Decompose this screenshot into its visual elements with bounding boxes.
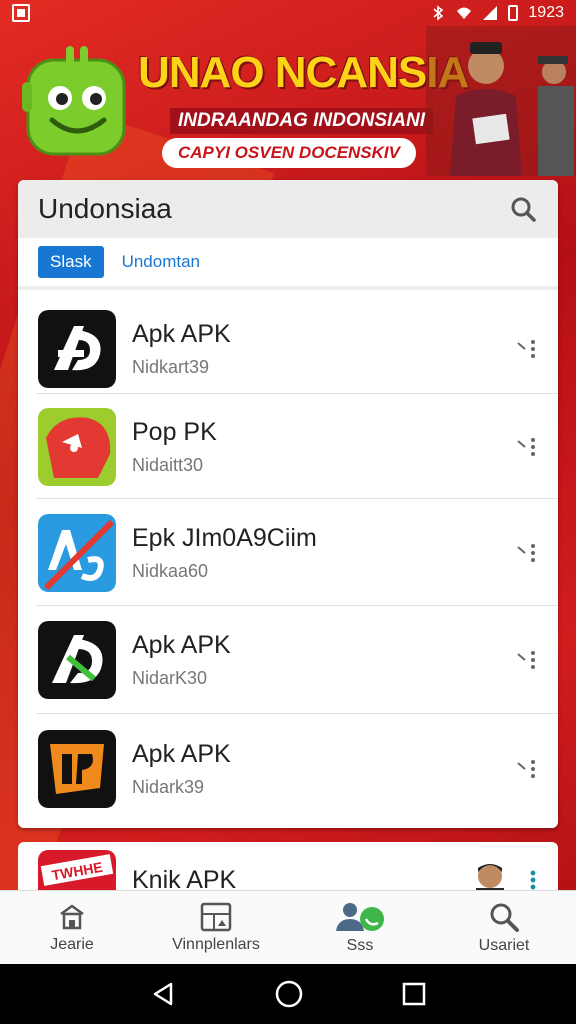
divider xyxy=(36,713,558,714)
divider xyxy=(36,605,558,606)
gallery-icon xyxy=(200,902,232,931)
more-button[interactable] xyxy=(512,538,542,568)
card-header: Undonsiaa xyxy=(18,180,558,238)
list-item[interactable]: Pop PK Nidaitt30 xyxy=(18,394,558,500)
person-photo xyxy=(426,26,576,176)
nav-label: Vinnplenlars xyxy=(172,935,260,953)
bottom-nav: Jearie Vinnplenlars Sss Usariet xyxy=(0,890,576,964)
nav-label: Jearie xyxy=(50,935,94,953)
app-name: Apk APK xyxy=(132,320,231,348)
wifi-icon xyxy=(457,7,472,19)
nav-item-home[interactable]: Jearie xyxy=(0,891,144,964)
app-subtitle: Nidaitt30 xyxy=(132,455,204,475)
list-item[interactable]: Apk APK NidarK30 xyxy=(18,607,558,713)
app-name: Apk APK xyxy=(132,631,231,659)
app-name: Apk APK xyxy=(132,740,231,768)
list-item[interactable]: Apk APK Nidkart39 xyxy=(18,296,558,402)
status-time: 1923 xyxy=(528,4,564,21)
more-icon xyxy=(517,544,535,562)
more-icon xyxy=(517,760,535,778)
more-icon xyxy=(517,651,535,669)
app-icon-apk-orange xyxy=(38,730,116,808)
app-subtitle: NidarK30 xyxy=(132,668,208,688)
more-button[interactable] xyxy=(512,645,542,675)
card-title: Undonsiaa xyxy=(38,193,172,224)
tab-undomtan[interactable]: Undomtan xyxy=(122,252,200,272)
signal-icon xyxy=(483,6,498,20)
app-icon-apk xyxy=(38,310,116,388)
more-button[interactable] xyxy=(512,754,542,784)
divider xyxy=(36,498,558,499)
nav-label: Usariet xyxy=(478,936,530,954)
promo-banner[interactable]: UNAO NCANSIA INDRAANDAG INDONSIANI CAPYI… xyxy=(0,26,576,176)
nav-item-search[interactable]: Usariet xyxy=(432,891,576,964)
app-icon-apk-green xyxy=(38,621,116,699)
home-button-icon[interactable] xyxy=(274,979,304,1009)
home-icon xyxy=(60,903,84,929)
app-subtitle: Nidkart39 xyxy=(132,357,210,377)
banner-pill: CAPYI OSVEN DOCENSKIV xyxy=(162,138,416,168)
app-name: Pop PK xyxy=(132,418,217,446)
app-name: Epk JIm0A9Ciim xyxy=(132,524,317,552)
list-item[interactable]: Epk JIm0A9Ciim Nidkaa60 xyxy=(18,500,558,606)
app-subtitle: Nidark39 xyxy=(132,777,205,797)
more-button[interactable] xyxy=(512,432,542,462)
banner-subtitle: INDRAANDAG INDONSIANI xyxy=(170,108,433,134)
system-nav-bar xyxy=(0,964,576,1024)
users-icon xyxy=(336,902,384,931)
banner-title: UNAO NCANSIA xyxy=(138,48,469,97)
app-icon-pop xyxy=(38,408,116,486)
more-icon xyxy=(517,438,535,456)
tab-slask[interactable]: Slask xyxy=(38,246,104,278)
bluetooth-icon xyxy=(433,5,444,21)
search-button[interactable] xyxy=(506,192,540,226)
more-button[interactable] xyxy=(512,334,542,364)
more-icon xyxy=(517,340,535,358)
nav-item-users[interactable]: Sss xyxy=(288,891,432,964)
search-icon xyxy=(490,903,519,932)
tab-bar: Slask Undomtan xyxy=(18,238,558,290)
status-bar: 1923 xyxy=(0,0,576,26)
battery-icon xyxy=(508,5,519,21)
app-icon-epk xyxy=(38,514,116,592)
mascot-icon xyxy=(22,46,126,156)
nav-item-gallery[interactable]: Vinnplenlars xyxy=(144,891,288,964)
more-icon xyxy=(530,870,536,890)
recents-icon[interactable] xyxy=(401,981,427,1007)
search-icon xyxy=(511,197,536,222)
app-subtitle: Nidkaa60 xyxy=(132,561,209,581)
back-icon[interactable] xyxy=(149,980,177,1008)
app-list-card: Undonsiaa Slask Undomtan Apk APK Nidkart… xyxy=(18,180,558,828)
notification-icon xyxy=(12,4,30,22)
nav-label: Sss xyxy=(346,936,374,954)
list-item[interactable]: Apk APK Nidark39 xyxy=(18,716,558,822)
